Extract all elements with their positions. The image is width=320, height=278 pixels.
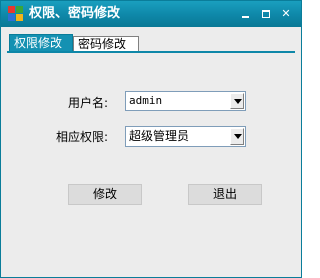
permission-dropdown-button[interactable] [230,128,244,145]
tab-password-edit[interactable]: 密码修改 [73,36,139,51]
tab-permission-edit[interactable]: 权限修改 [9,34,73,51]
maximize-icon [262,10,270,18]
minimize-icon [242,16,249,18]
maximize-button[interactable] [259,7,273,21]
title-bar[interactable]: 权限、密码修改 ✕ [1,1,301,27]
tab-panel [8,53,293,265]
exit-button[interactable]: 退出 [188,184,262,205]
chevron-down-icon [234,134,242,139]
window-title: 权限、密码修改 [29,6,121,21]
app-window: 权限、密码修改 ✕ 权限修改 密码修改 用户名: admin 相应权限: 超级管… [0,0,302,278]
username-value: admin [129,94,163,107]
minimize-button[interactable] [239,7,253,21]
close-button[interactable]: ✕ [279,7,293,21]
permission-combobox[interactable]: 超级管理员 [125,126,246,147]
permission-label: 相应权限: [56,130,109,144]
username-combobox[interactable]: admin [125,91,246,111]
username-dropdown-button[interactable] [230,93,244,109]
modify-button[interactable]: 修改 [68,184,142,205]
permission-value: 超级管理员 [129,129,190,143]
chevron-down-icon [234,99,242,104]
username-label: 用户名: [68,96,109,110]
app-icon [8,6,24,22]
